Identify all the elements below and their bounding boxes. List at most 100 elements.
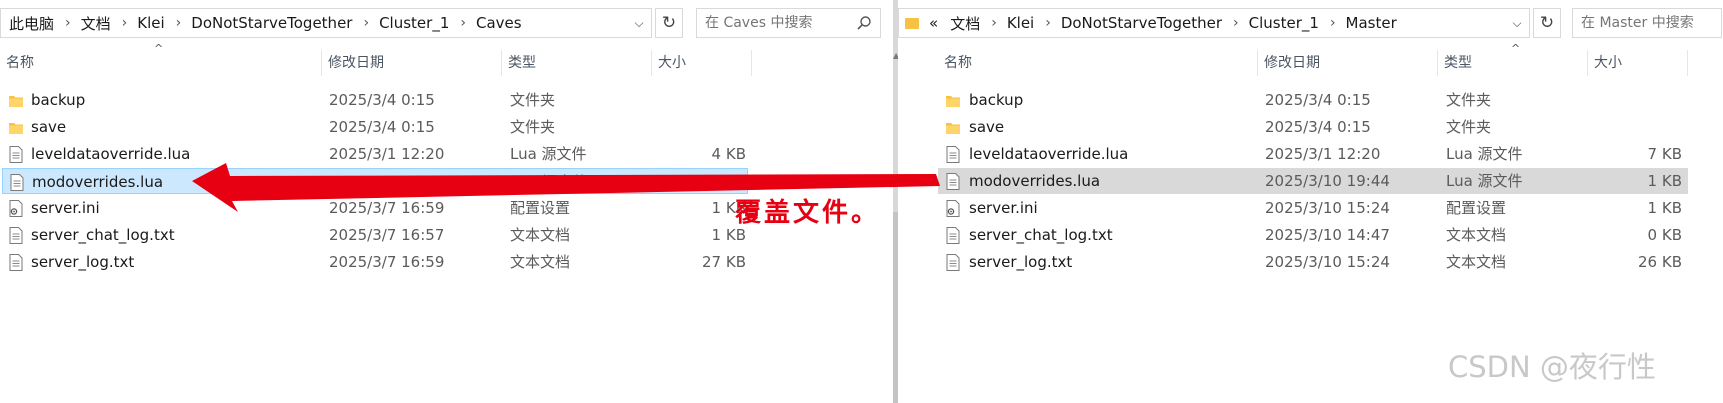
file-type: 文本文档 <box>1446 253 1507 271</box>
column-header-size[interactable]: 大小 <box>1588 50 1688 76</box>
chevron-right-icon[interactable]: › <box>1330 15 1336 31</box>
file-name[interactable]: save <box>31 114 66 140</box>
file-name[interactable]: leveldataoverride.lua <box>969 141 1128 167</box>
refresh-icon: ↻ <box>1539 13 1555 33</box>
chevron-right-icon[interactable]: › <box>65 15 71 31</box>
watermark-text: CSDN @夜行性 <box>1448 350 1656 384</box>
breadcrumb-overflow-button[interactable]: « <box>929 14 938 32</box>
file-name[interactable]: server_chat_log.txt <box>31 222 175 248</box>
file-row[interactable]: backup 2025/3/4 0:15 文件夹 <box>2 87 748 113</box>
file-row[interactable]: leveldataoverride.lua 2025/3/1 12:20 Lua 源… <box>2 141 748 167</box>
file-type: 配置设置 <box>510 199 571 217</box>
address-bar[interactable]: 此电脑 › 文档 › Klei › DoNotStarveTogether › Clus… <box>0 8 652 38</box>
search-box[interactable] <box>696 8 881 38</box>
column-header-type[interactable]: 类型 <box>1438 50 1588 76</box>
search-input[interactable] <box>705 15 880 31</box>
chevron-right-icon[interactable]: › <box>1233 15 1239 31</box>
breadcrumb-item[interactable]: 文档 <box>81 13 111 34</box>
file-name[interactable]: backup <box>31 87 85 113</box>
file-modified-date: 2025/3/10 15:24 <box>1265 199 1390 217</box>
file-modified-date: 2025/3/10 15:24 <box>1265 253 1390 271</box>
chevron-right-icon[interactable]: › <box>176 15 182 31</box>
document-icon <box>9 146 23 163</box>
file-modified-date: 2025/3/1 12:20 <box>329 145 445 163</box>
file-row[interactable]: save 2025/3/4 0:15 文件夹 <box>2 114 748 140</box>
file-modified-date: 2025/3/4 0:15 <box>329 118 435 136</box>
search-box[interactable] <box>1572 8 1722 38</box>
breadcrumb-item[interactable]: 文档 <box>950 13 980 34</box>
file-type: 配置设置 <box>1446 199 1507 217</box>
breadcrumb-item[interactable]: DoNotStarveTogether <box>1061 14 1222 32</box>
file-name[interactable]: server_log.txt <box>31 249 134 275</box>
explorer-pane-master: « 文档 › Klei › DoNotStarveTogether › Cluster… <box>898 0 1723 403</box>
refresh-button[interactable]: ↻ <box>655 8 683 38</box>
file-modified-date: 2025/3/1 12:20 <box>1265 145 1381 163</box>
file-type: Lua 源文件 <box>510 145 587 163</box>
breadcrumb: 此电脑 › 文档 › Klei › DoNotStarveTogether › Clus… <box>1 13 522 34</box>
file-name[interactable]: server_chat_log.txt <box>969 222 1113 248</box>
file-type: 文件夹 <box>1446 118 1492 136</box>
file-size <box>1588 114 1682 140</box>
breadcrumb-item[interactable]: Cluster_1 <box>379 14 449 32</box>
file-modified-date: 2025/3/4 0:15 <box>329 91 435 109</box>
column-header-date[interactable]: 修改日期 <box>1258 50 1438 76</box>
file-name[interactable]: save <box>969 114 1004 140</box>
chevron-right-icon[interactable]: › <box>460 15 466 31</box>
file-type: 文本文档 <box>1446 226 1507 244</box>
file-modified-date: 2025/3/7 16:59 <box>329 253 445 271</box>
file-row[interactable]: leveldataoverride.lua 2025/3/1 12:20 Lua 源… <box>938 141 1688 167</box>
chevron-down-icon: ⌵ <box>1512 15 1522 30</box>
column-header-name[interactable]: 名称 <box>938 50 1258 76</box>
file-name[interactable]: server.ini <box>31 195 100 221</box>
file-type: 文本文档 <box>510 226 571 244</box>
breadcrumb-item[interactable]: 此电脑 <box>9 13 54 34</box>
chevron-right-icon[interactable]: › <box>991 15 997 31</box>
address-bar[interactable]: « 文档 › Klei › DoNotStarveTogether › Cluster… <box>898 8 1530 38</box>
file-name[interactable]: server.ini <box>969 195 1038 221</box>
breadcrumb-item[interactable]: DoNotStarveTogether <box>191 14 352 32</box>
document-icon <box>946 227 960 244</box>
document-icon <box>946 146 960 163</box>
file-row[interactable]: server.ini 2025/3/7 16:59 配置设置 1 KB <box>2 195 748 221</box>
chevron-right-icon[interactable]: › <box>1045 15 1051 31</box>
file-row[interactable]: server_log.txt 2025/3/7 16:59 文本文档 27 KB <box>2 249 748 275</box>
address-dropdown-button[interactable]: ⌵ <box>626 8 652 38</box>
file-name[interactable]: modoverrides.lua <box>969 168 1100 194</box>
file-modified-date: 2025/3/7 16:57 <box>329 226 445 244</box>
breadcrumb-item[interactable]: Master <box>1346 14 1397 32</box>
folder-icon <box>946 123 960 134</box>
search-input[interactable] <box>1581 15 1721 31</box>
address-dropdown-button[interactable]: ⌵ <box>1504 8 1530 38</box>
file-name[interactable]: modoverrides.lua <box>32 169 163 195</box>
file-row[interactable]: save 2025/3/4 0:15 文件夹 <box>938 114 1688 140</box>
file-row[interactable]: server_log.txt 2025/3/10 15:24 文本文档 26 KB <box>938 249 1688 275</box>
column-header-date[interactable]: 修改日期 <box>322 50 502 76</box>
column-header-type[interactable]: 类型 <box>502 50 652 76</box>
file-row[interactable]: backup 2025/3/4 0:15 文件夹 <box>938 87 1688 113</box>
column-header-size[interactable]: 大小 <box>652 50 752 76</box>
breadcrumb-item[interactable]: Caves <box>476 14 522 32</box>
document-icon <box>10 174 24 191</box>
column-header-name[interactable]: 名称 <box>0 50 322 76</box>
breadcrumb-item[interactable]: Cluster_1 <box>1249 14 1319 32</box>
chevron-right-icon[interactable]: › <box>363 15 369 31</box>
settings-file-icon <box>946 200 960 217</box>
file-row[interactable]: modoverrides.lua 2025/3/10 19:44 Lua 源文件 1 … <box>938 168 1688 194</box>
document-icon <box>9 227 23 244</box>
file-name[interactable]: backup <box>969 87 1023 113</box>
breadcrumb-item[interactable]: Klei <box>137 14 164 32</box>
file-row[interactable]: server_chat_log.txt 2025/3/7 16:57 文本文档 1 K… <box>2 222 748 248</box>
file-row[interactable]: server.ini 2025/3/10 15:24 配置设置 1 KB <box>938 195 1688 221</box>
chevron-right-icon[interactable]: › <box>122 15 128 31</box>
refresh-button[interactable]: ↻ <box>1533 8 1561 38</box>
file-type: 文本文档 <box>510 253 571 271</box>
search-icon[interactable] <box>856 15 872 31</box>
breadcrumb-item[interactable]: Klei <box>1007 14 1034 32</box>
file-size: 1 KB <box>711 226 746 244</box>
file-name[interactable]: leveldataoverride.lua <box>31 141 190 167</box>
file-name[interactable]: server_log.txt <box>969 249 1072 275</box>
file-row[interactable]: server_chat_log.txt 2025/3/10 14:47 文本文档 0 … <box>938 222 1688 248</box>
folder-icon <box>946 96 960 107</box>
document-icon <box>9 254 23 271</box>
file-row[interactable]: modoverrides.lua 2025/3/3 12:45 Lua 源文件 1 K… <box>2 168 748 194</box>
